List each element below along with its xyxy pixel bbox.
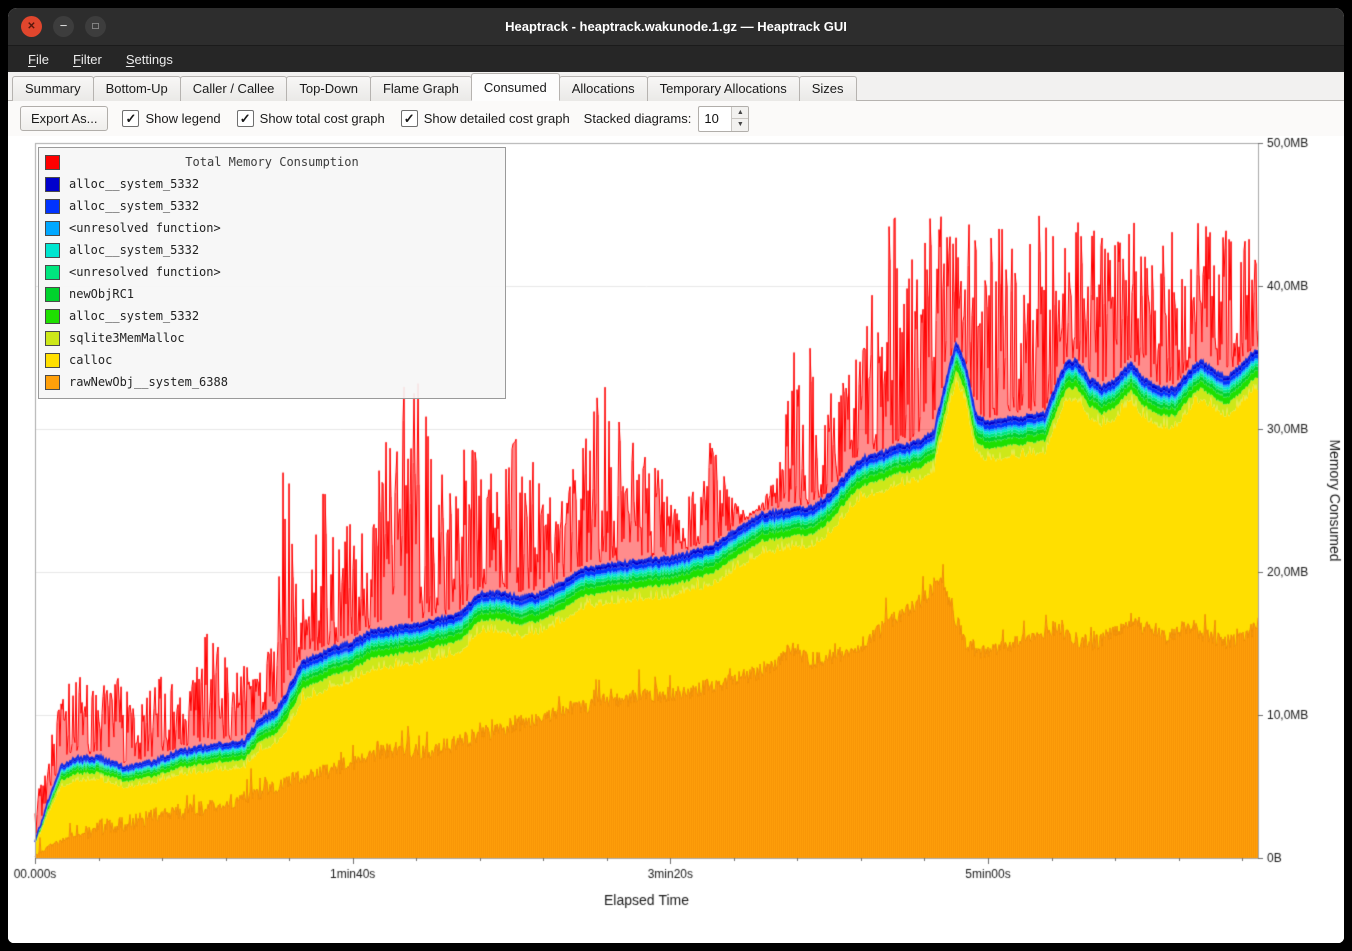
legend-label: sqlite3MemMalloc bbox=[69, 331, 185, 345]
checkbox-box[interactable]: ✓ bbox=[122, 110, 139, 127]
window-controls bbox=[21, 16, 106, 37]
legend-swatch bbox=[45, 199, 60, 214]
tab-bottom-up[interactable]: Bottom-Up bbox=[93, 76, 181, 101]
legend-label: alloc__system_5332 bbox=[69, 309, 199, 323]
legend-items: alloc__system_5332 alloc__system_5332 <unr… bbox=[39, 173, 505, 393]
checkbox-label: Show detailed cost graph bbox=[424, 111, 570, 126]
legend-label: alloc__system_5332 bbox=[69, 199, 199, 213]
chart-legend: Total Memory Consumption alloc__system_5… bbox=[38, 147, 506, 399]
legend-item: newObjRC1 bbox=[39, 283, 505, 305]
legend-item: alloc__system_5332 bbox=[39, 195, 505, 217]
stacked-diagrams-label: Stacked diagrams: bbox=[584, 111, 692, 126]
close-button[interactable] bbox=[21, 16, 42, 37]
checkbox-show-legend[interactable]: ✓ Show legend bbox=[122, 110, 220, 127]
legend-swatch bbox=[45, 375, 60, 390]
legend-item: calloc bbox=[39, 349, 505, 371]
legend-total-swatch bbox=[45, 155, 60, 170]
legend-item: alloc__system_5332 bbox=[39, 239, 505, 261]
toolbar: Export As... ✓ Show legend ✓ Show total cos… bbox=[8, 101, 1344, 136]
window-title: Heaptrack - heaptrack.wakunode.1.gz — He… bbox=[8, 19, 1344, 34]
menu-filter[interactable]: Filter bbox=[61, 46, 114, 72]
legend-swatch bbox=[45, 243, 60, 258]
stacked-diagrams-control: Stacked diagrams: 10 ▲ ▼ bbox=[584, 106, 750, 132]
legend-swatch bbox=[45, 265, 60, 280]
maximize-button[interactable] bbox=[85, 16, 106, 37]
tab-caller-callee[interactable]: Caller / Callee bbox=[180, 76, 288, 101]
legend-item: <unresolved function> bbox=[39, 261, 505, 283]
legend-title-row: Total Memory Consumption bbox=[39, 151, 505, 173]
stacked-diagrams-spinbox[interactable]: 10 ▲ ▼ bbox=[698, 106, 749, 132]
legend-item: sqlite3MemMalloc bbox=[39, 327, 505, 349]
desktop-backdrop: { "window": { "title": "Heaptrack - heap… bbox=[0, 0, 1352, 951]
export-as-button[interactable]: Export As... bbox=[20, 106, 108, 131]
checkbox-show-detailed-cost-graph[interactable]: ✓ Show detailed cost graph bbox=[401, 110, 570, 127]
checkbox-show-total-cost-graph[interactable]: ✓ Show total cost graph bbox=[237, 110, 385, 127]
spin-arrows: ▲ ▼ bbox=[731, 107, 748, 131]
legend-label: newObjRC1 bbox=[69, 287, 134, 301]
legend-swatch bbox=[45, 287, 60, 302]
tab-top-down[interactable]: Top-Down bbox=[286, 76, 371, 101]
tab-temporary-allocations[interactable]: Temporary Allocations bbox=[647, 76, 800, 101]
menu-file[interactable]: File bbox=[16, 46, 61, 72]
spin-down-button[interactable]: ▼ bbox=[732, 118, 748, 131]
legend-item: alloc__system_5332 bbox=[39, 305, 505, 327]
legend-label: <unresolved function> bbox=[69, 221, 221, 235]
legend-label: calloc bbox=[69, 353, 112, 367]
titlebar: Heaptrack - heaptrack.wakunode.1.gz — He… bbox=[8, 8, 1344, 45]
tab-flame-graph[interactable]: Flame Graph bbox=[370, 76, 472, 101]
tab-consumed[interactable]: Consumed bbox=[471, 73, 560, 101]
toolbar-checkboxes: ✓ Show legend ✓ Show total cost graph ✓ Show … bbox=[122, 110, 569, 127]
legend-label: alloc__system_5332 bbox=[69, 177, 199, 191]
stacked-diagrams-value[interactable]: 10 bbox=[699, 107, 731, 131]
menu-settings[interactable]: Settings bbox=[114, 46, 185, 72]
legend-swatch bbox=[45, 221, 60, 236]
legend-item: rawNewObj__system_6388 bbox=[39, 371, 505, 393]
legend-label: <unresolved function> bbox=[69, 265, 221, 279]
checkbox-label: Show total cost graph bbox=[260, 111, 385, 126]
spin-up-button[interactable]: ▲ bbox=[732, 107, 748, 119]
legend-swatch bbox=[45, 353, 60, 368]
legend-item: alloc__system_5332 bbox=[39, 173, 505, 195]
legend-swatch bbox=[45, 331, 60, 346]
tab-bar: SummaryBottom-UpCaller / CalleeTop-DownF… bbox=[8, 72, 1344, 101]
checkbox-box[interactable]: ✓ bbox=[237, 110, 254, 127]
chart-region: Total Memory Consumption alloc__system_5… bbox=[8, 136, 1344, 943]
tab-sizes[interactable]: Sizes bbox=[799, 76, 857, 101]
legend-title: Total Memory Consumption bbox=[185, 155, 358, 169]
tab-allocations[interactable]: Allocations bbox=[559, 76, 648, 101]
checkbox-label: Show legend bbox=[145, 111, 220, 126]
legend-label: rawNewObj__system_6388 bbox=[69, 375, 228, 389]
app-window: Heaptrack - heaptrack.wakunode.1.gz — He… bbox=[8, 8, 1344, 943]
legend-label: alloc__system_5332 bbox=[69, 243, 199, 257]
legend-swatch bbox=[45, 309, 60, 324]
legend-swatch bbox=[45, 177, 60, 192]
menu-bar: FileFilterSettings bbox=[8, 45, 1344, 72]
legend-item: <unresolved function> bbox=[39, 217, 505, 239]
tab-summary[interactable]: Summary bbox=[12, 76, 94, 101]
minimize-button[interactable] bbox=[53, 16, 74, 37]
checkbox-box[interactable]: ✓ bbox=[401, 110, 418, 127]
